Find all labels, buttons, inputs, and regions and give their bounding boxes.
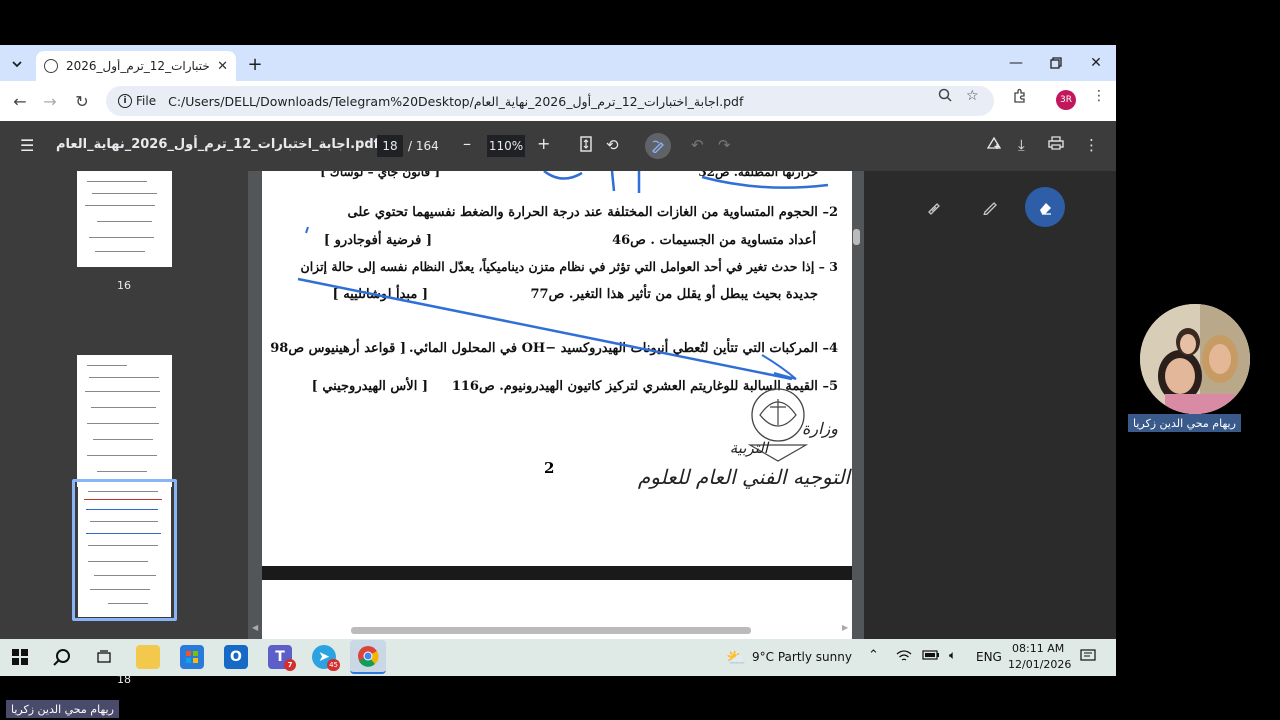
horizontal-scrollbar[interactable] (351, 627, 751, 634)
tray-expand-icon[interactable]: ⌃ (868, 648, 879, 663)
speaker-caption: ريهام محي الدين زكريا (6, 700, 119, 718)
teams-icon[interactable]: T 7 (268, 645, 296, 671)
scheme-label: File (136, 94, 157, 108)
globe-icon (44, 59, 58, 73)
stamp-education: التربية (729, 439, 768, 457)
close-tab-icon[interactable]: ✕ (217, 59, 228, 74)
highlighter-icon (928, 203, 940, 215)
wifi-icon[interactable] (896, 649, 912, 666)
page-number-input[interactable]: 18 (377, 135, 403, 157)
thumbnail-label: 16 (117, 279, 131, 292)
eraser-icon (1040, 203, 1051, 215)
battery-icon[interactable] (922, 649, 940, 664)
reload-button[interactable]: ↻ (70, 89, 94, 113)
chrome-icon (358, 646, 379, 667)
annotate-button[interactable] (645, 133, 671, 159)
thumbnail-page-17[interactable] (77, 355, 172, 487)
site-info-chip[interactable]: i File (112, 90, 162, 112)
zoom-in-button[interactable]: + (537, 134, 550, 153)
profile-avatar[interactable]: 3R (1056, 90, 1076, 110)
tab-search-button[interactable] (6, 53, 28, 75)
pdf-viewer: 16 17 (0, 171, 1116, 686)
pdf-toolbar: ☰ اجابة_اختبارات_12_ترم_أول_2026_نهاية_ا… (0, 121, 1116, 171)
windows-start-icon[interactable] (8, 645, 32, 669)
taskbar: O T 7 ➤ 45 ⛅ 9°C Partly sunny ⌃ 🔈︎ ENG 0… (0, 639, 1116, 676)
chrome-taskbar-active[interactable] (350, 640, 386, 674)
info-icon: i (118, 94, 132, 108)
signature-stamp: التوجيه الفني العام للعلوم (637, 465, 850, 489)
webcam-video (1140, 304, 1250, 414)
volume-icon[interactable]: 🔈︎ (949, 648, 956, 663)
telegram-badge: 45 (327, 659, 340, 671)
rotate-icon[interactable]: ⟲ (606, 136, 619, 154)
file-explorer-icon[interactable] (136, 645, 160, 669)
page-total: / 164 (408, 139, 439, 153)
menu-dots-icon[interactable]: ⋮ (1092, 88, 1106, 104)
scroll-right-icon[interactable]: ▶ (842, 623, 848, 632)
print-icon[interactable] (1048, 136, 1064, 154)
restore-button[interactable] (1042, 51, 1070, 75)
teams-badge: 7 (284, 659, 296, 671)
address-bar[interactable]: i File C:/Users/DELL/Downloads/Telegram%… (106, 86, 994, 116)
browser-window: اجابة_اختبارات_12_ترم_أول_2026_ ✕ + — ✕ … (0, 45, 1116, 686)
outlook-icon[interactable]: O (224, 645, 248, 669)
pdf-title: اجابة_اختبارات_12_ترم_أول_2026_نهاية_الع… (56, 137, 380, 152)
close-window-button[interactable]: ✕ (1082, 51, 1110, 75)
thumbnail-page-16[interactable] (77, 171, 172, 267)
clock-date[interactable]: 12/01/2026 (1008, 658, 1071, 671)
minimize-button[interactable]: — (1002, 51, 1030, 75)
screen: اجابة_اختبارات_12_ترم_أول_2026_ ✕ + — ✕ … (0, 0, 1280, 720)
fit-page-icon[interactable] (579, 136, 593, 156)
thumbnail-sidebar: 16 17 (0, 171, 259, 686)
stamp-ministry: وزارة (801, 419, 838, 438)
weather-icon[interactable]: ⛅ (724, 645, 748, 669)
url-text[interactable]: C:/Users/DELL/Downloads/Telegram%20Deskt… (168, 94, 743, 109)
download-icon[interactable]: ⤓ (1018, 136, 1025, 154)
highlighter-tool[interactable] (914, 187, 954, 227)
tab-title: اجابة_اختبارات_12_ترم_أول_2026_ (66, 59, 211, 73)
clock-time[interactable]: 08:11 AM (1012, 642, 1064, 655)
pen-tool[interactable] (970, 187, 1010, 227)
scroll-left-icon[interactable]: ◀ (252, 623, 258, 632)
pen-annotate-icon (652, 140, 664, 153)
webcam-participant-name: ريهام محي الدين زكريا (1128, 414, 1241, 432)
weather-text[interactable]: 9°C Partly sunny (752, 650, 852, 664)
zoom-input[interactable]: 110% (487, 135, 525, 157)
undo-icon[interactable]: ↶ (691, 136, 704, 154)
extensions-icon[interactable] (1012, 88, 1028, 108)
hamburger-menu-icon[interactable]: ☰ (20, 136, 34, 155)
eraser-tool[interactable] (1025, 187, 1065, 227)
task-view-icon[interactable] (92, 645, 116, 669)
zoom-out-button[interactable]: – (463, 134, 471, 153)
thumbnail-page-18[interactable] (78, 483, 171, 617)
search-icon[interactable] (50, 645, 74, 669)
telegram-icon[interactable]: ➤ 45 (312, 645, 340, 671)
tab-strip: اجابة_اختبارات_12_ترم_أول_2026_ ✕ + — ✕ (0, 45, 1116, 81)
notifications-icon[interactable] (1080, 649, 1096, 666)
add-to-drive-icon[interactable] (986, 136, 1002, 154)
forward-button[interactable]: → (38, 89, 62, 113)
page-separator (262, 566, 852, 580)
new-tab-button[interactable]: + (244, 53, 266, 75)
document-area: حرارتها المطلقة. ص32 [ قانون جاي – لوساك… (248, 171, 864, 639)
store-icon[interactable] (180, 645, 204, 669)
pen-icon (983, 202, 997, 215)
vertical-scrollbar[interactable] (853, 229, 860, 245)
bookmark-star-icon[interactable]: ☆ (966, 88, 979, 104)
annotation-tools-panel (864, 171, 1116, 639)
page-number: 2 (544, 459, 555, 477)
tab-pdf[interactable]: اجابة_اختبارات_12_ترم_أول_2026_ ✕ (36, 51, 236, 81)
redo-icon[interactable]: ↷ (718, 136, 731, 154)
browser-toolbar: ← → ↻ i File C:/Users/DELL/Downloads/Tel… (0, 81, 1116, 121)
language-indicator[interactable]: ENG (976, 650, 1002, 664)
more-actions-icon[interactable]: ⋮ (1084, 136, 1099, 154)
pdf-page: حرارتها المطلقة. ص32 [ قانون جاي – لوساك… (262, 171, 852, 639)
restore-icon (1050, 57, 1062, 69)
chevron-down-icon (12, 61, 22, 68)
back-button[interactable]: ← (8, 89, 32, 113)
webcam-participants-image (1140, 304, 1250, 414)
zoom-icon[interactable] (938, 88, 952, 106)
